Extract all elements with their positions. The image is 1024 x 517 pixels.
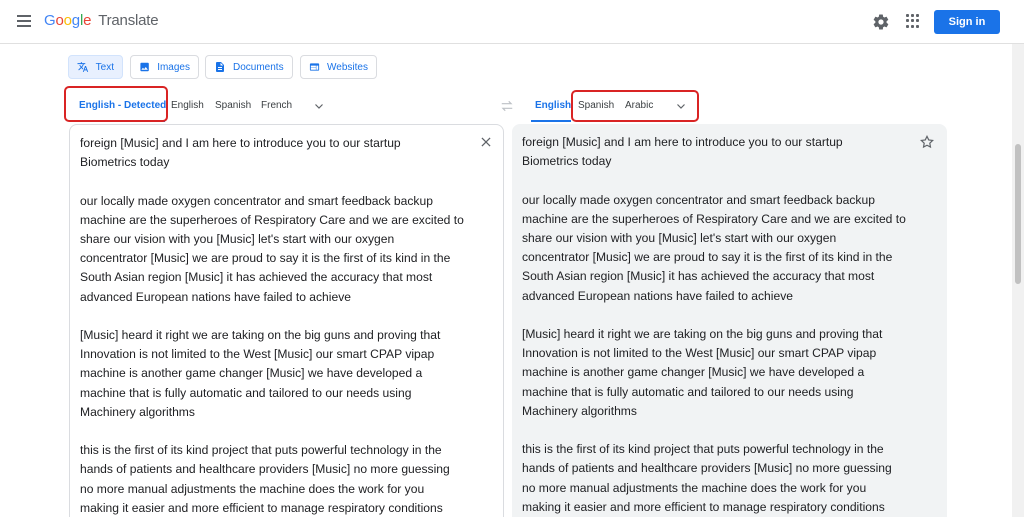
source-lang-french[interactable]: French <box>261 100 292 111</box>
scrollbar-thumb[interactable] <box>1015 144 1021 284</box>
settings-gear-icon[interactable] <box>872 13 890 31</box>
document-icon <box>216 62 224 72</box>
save-translation-star-icon[interactable] <box>919 134 935 150</box>
logo-letter: g <box>71 12 80 29</box>
tab-websites-label: Websites <box>327 61 368 73</box>
top-bar: Google Translate Sign in <box>0 0 1024 44</box>
page-scrollbar[interactable] <box>1012 44 1024 517</box>
apps-grid-icon[interactable] <box>906 14 920 28</box>
swap-languages-icon[interactable] <box>500 100 514 112</box>
sign-in-button[interactable]: Sign in <box>934 10 1000 34</box>
highlight-box-target <box>571 90 699 122</box>
source-lang-spanish[interactable]: Spanish <box>215 100 251 111</box>
translation-panel: foreign [Music] and I am here to introdu… <box>512 124 947 517</box>
highlight-box-source <box>64 86 168 122</box>
logo-letter: o <box>55 12 64 29</box>
translate-icon <box>77 62 89 72</box>
tab-images-label: Images <box>157 61 190 73</box>
logo-letter: o <box>63 12 72 29</box>
source-text-panel[interactable]: foreign [Music] and I am here to introdu… <box>69 124 504 517</box>
translated-text: foreign [Music] and I am here to introdu… <box>522 135 906 514</box>
google-translate-logo[interactable]: Google Translate <box>44 12 159 29</box>
image-icon <box>140 62 149 72</box>
tab-websites[interactable]: Websites <box>300 55 377 79</box>
source-lang-english[interactable]: English <box>171 100 204 111</box>
source-text[interactable]: foreign [Music] and I am here to introdu… <box>80 134 475 517</box>
main-menu-icon[interactable] <box>14 12 34 32</box>
website-icon <box>309 63 320 71</box>
tab-documents[interactable]: Documents <box>205 55 293 79</box>
tab-text-label: Text <box>95 61 114 73</box>
target-lang-underline <box>531 120 571 122</box>
logo-letter: G <box>44 12 56 29</box>
clear-source-close-icon[interactable] <box>479 135 493 149</box>
source-more-chevron-down-icon[interactable] <box>313 100 325 112</box>
tab-images[interactable]: Images <box>130 55 199 79</box>
tab-text[interactable]: Text <box>68 55 123 79</box>
product-name: Translate <box>98 12 159 29</box>
target-lang-english[interactable]: English <box>535 100 571 111</box>
tab-documents-label: Documents <box>233 61 284 73</box>
logo-letter: e <box>83 12 92 29</box>
